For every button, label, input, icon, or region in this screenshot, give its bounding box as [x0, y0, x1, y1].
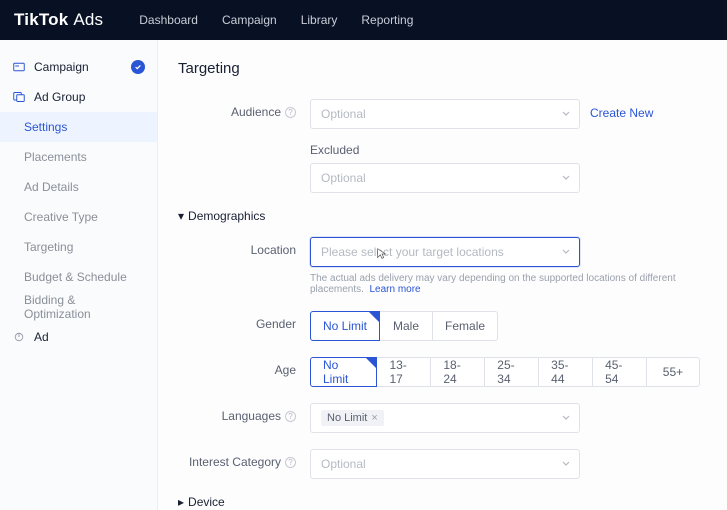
- excluded-select[interactable]: Optional: [310, 163, 580, 193]
- adgroup-icon: [12, 90, 26, 104]
- nav-library[interactable]: Library: [301, 13, 338, 27]
- sidebar-item-addetails[interactable]: Ad Details: [0, 172, 157, 202]
- sidebar-item-bidding[interactable]: Bidding & Optimization: [0, 292, 157, 322]
- sidebar-item-settings[interactable]: Settings: [0, 112, 157, 142]
- gender-segment: No Limit Male Female: [310, 311, 699, 341]
- label-gender: Gender: [178, 311, 310, 331]
- sidebar-item-campaign[interactable]: Campaign: [0, 52, 157, 82]
- page-title: Targeting: [178, 60, 699, 77]
- age-13-17[interactable]: 13-17: [376, 357, 431, 387]
- nav-dashboard[interactable]: Dashboard: [139, 13, 198, 27]
- create-new-link[interactable]: Create New: [590, 99, 653, 120]
- sidebar-label: Placements: [24, 150, 87, 164]
- label-age: Age: [178, 357, 310, 377]
- section-demographics[interactable]: ▾ Demographics: [178, 209, 699, 223]
- sidebar-item-targeting[interactable]: Targeting: [0, 232, 157, 262]
- sidebar-label: Settings: [24, 120, 67, 134]
- label-location: Location: [178, 237, 310, 257]
- age-nolimit[interactable]: No Limit: [310, 357, 377, 387]
- sidebar-label: Bidding & Optimization: [24, 293, 145, 321]
- chevron-down-icon: [561, 245, 571, 259]
- audience-select[interactable]: Optional: [310, 99, 580, 129]
- language-tag: No Limit ×: [321, 410, 384, 426]
- label-audience: Audience ?: [178, 99, 310, 119]
- age-25-34[interactable]: 25-34: [484, 357, 539, 387]
- sidebar-label: Ad Details: [24, 180, 79, 194]
- learn-more-link[interactable]: Learn more: [369, 284, 420, 295]
- gender-male[interactable]: Male: [379, 311, 433, 341]
- age-18-24[interactable]: 18-24: [430, 357, 485, 387]
- brand-bold: TikTok: [14, 10, 68, 29]
- sidebar-item-ad[interactable]: Ad: [0, 322, 157, 352]
- interest-select[interactable]: Optional: [310, 449, 580, 479]
- brand-logo: TikTok Ads: [14, 10, 103, 30]
- sidebar-item-placements[interactable]: Placements: [0, 142, 157, 172]
- main-content: Targeting Audience ? Optional Create New…: [158, 40, 727, 510]
- chevron-down-icon: [561, 171, 571, 185]
- languages-select[interactable]: No Limit ×: [310, 403, 580, 433]
- check-icon: [131, 60, 145, 74]
- info-icon[interactable]: ?: [285, 457, 296, 468]
- label-excluded: Excluded: [310, 143, 699, 157]
- age-45-54[interactable]: 45-54: [592, 357, 647, 387]
- nav-reporting[interactable]: Reporting: [361, 13, 413, 27]
- close-icon[interactable]: ×: [371, 412, 377, 424]
- placeholder: Optional: [321, 107, 366, 121]
- age-35-44[interactable]: 35-44: [538, 357, 593, 387]
- label-interest: Interest Category ?: [178, 449, 310, 469]
- chevron-down-icon: [561, 411, 571, 425]
- campaign-icon: [12, 60, 26, 74]
- location-hint: The actual ads delivery may vary dependi…: [310, 273, 699, 295]
- sidebar-label: Targeting: [24, 240, 73, 254]
- sidebar-label: Ad Group: [34, 90, 85, 104]
- sidebar-label: Campaign: [34, 60, 89, 74]
- sidebar-item-budget[interactable]: Budget & Schedule: [0, 262, 157, 292]
- sidebar: Campaign Ad Group Settings Placements Ad…: [0, 40, 158, 510]
- placeholder: Optional: [321, 171, 366, 185]
- location-select[interactable]: Please select your target locations: [310, 237, 580, 267]
- chevron-down-icon: [561, 457, 571, 471]
- section-device[interactable]: ▸ Device: [178, 495, 699, 509]
- sidebar-label: Ad: [34, 330, 49, 344]
- placeholder: Optional: [321, 457, 366, 471]
- gender-nolimit[interactable]: No Limit: [310, 311, 380, 341]
- placeholder: Please select your target locations: [321, 245, 504, 259]
- top-bar: TikTok Ads Dashboard Campaign Library Re…: [0, 0, 727, 40]
- age-segment: No Limit 13-17 18-24 25-34 35-44 45-54 5…: [310, 357, 699, 387]
- gender-female[interactable]: Female: [432, 311, 498, 341]
- top-nav: Dashboard Campaign Library Reporting: [139, 13, 413, 27]
- sidebar-label: Budget & Schedule: [24, 270, 127, 284]
- chevron-down-icon: [561, 107, 571, 121]
- caret-right-icon: ▸: [178, 495, 184, 509]
- sidebar-item-creativetype[interactable]: Creative Type: [0, 202, 157, 232]
- ad-icon: [12, 330, 26, 344]
- nav-campaign[interactable]: Campaign: [222, 13, 277, 27]
- sidebar-item-adgroup[interactable]: Ad Group: [0, 82, 157, 112]
- info-icon[interactable]: ?: [285, 107, 296, 118]
- sidebar-label: Creative Type: [24, 210, 98, 224]
- label-languages: Languages ?: [178, 403, 310, 423]
- age-55plus[interactable]: 55+: [646, 357, 700, 387]
- info-icon[interactable]: ?: [285, 411, 296, 422]
- brand-light: Ads: [73, 10, 103, 29]
- caret-down-icon: ▾: [178, 209, 184, 223]
